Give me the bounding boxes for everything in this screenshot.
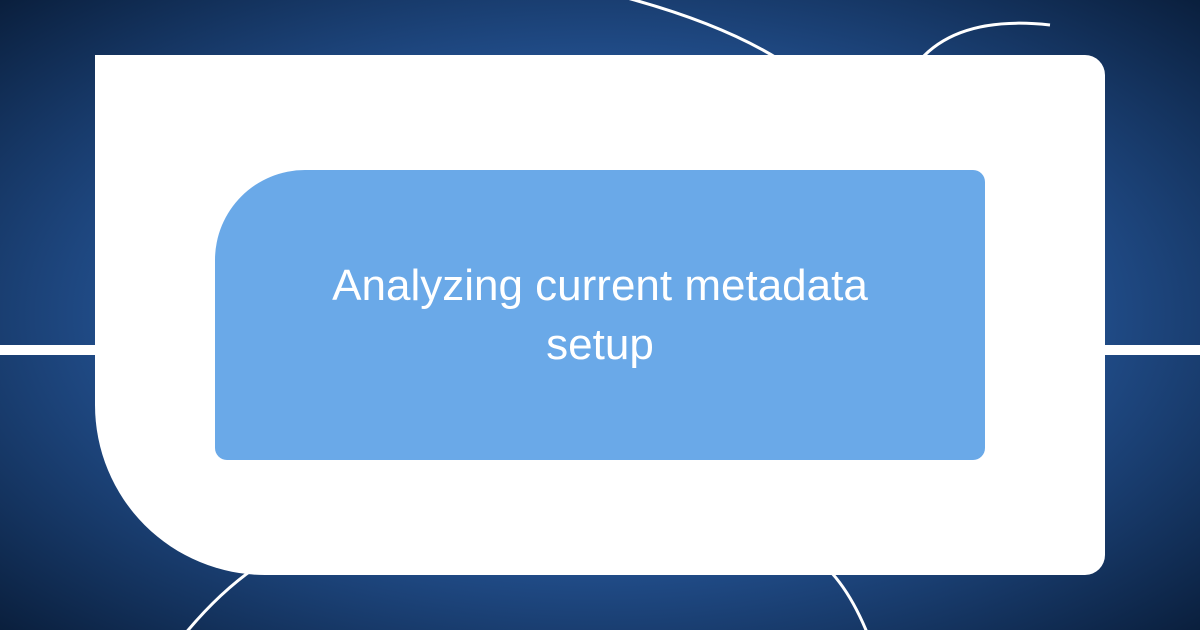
card-title: Analyzing current metadata setup [275, 256, 925, 375]
inner-card: Analyzing current metadata setup [215, 170, 985, 460]
